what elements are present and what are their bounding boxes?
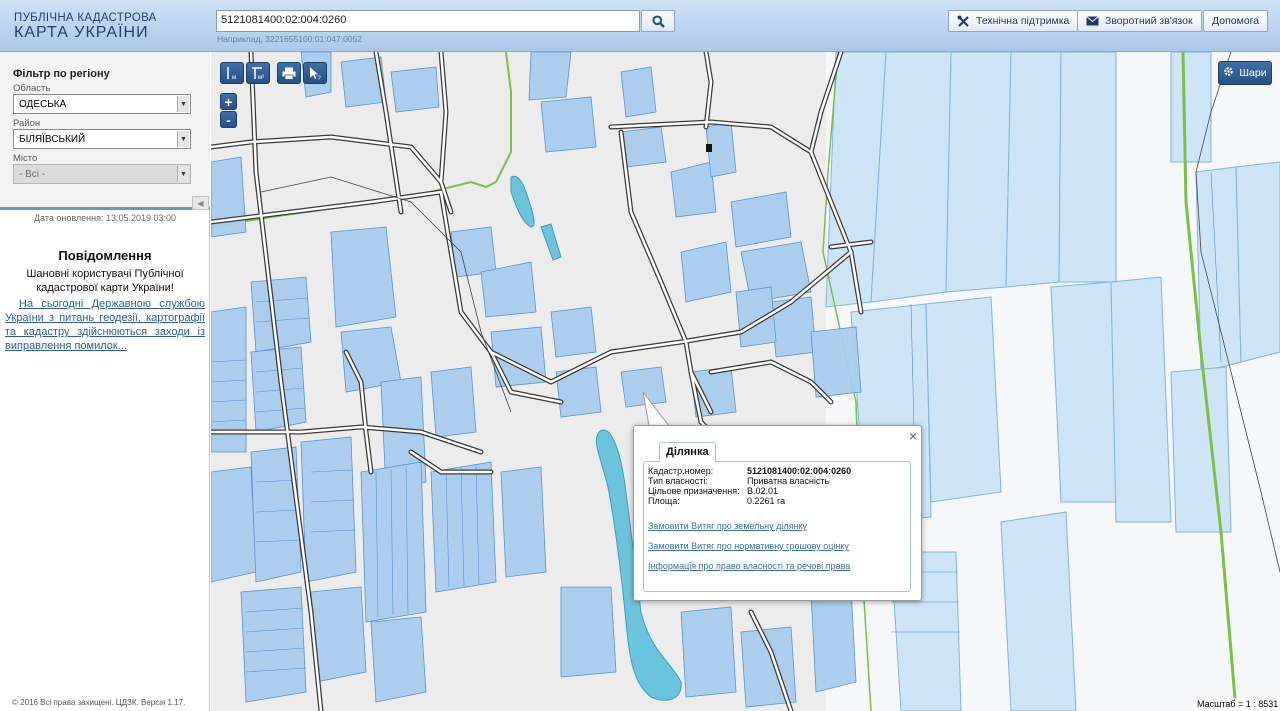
tech-support-label: Технічна підтримка: [976, 15, 1070, 27]
misto-value: - Всі -: [19, 169, 46, 180]
order-extract-link[interactable]: Замовити Витяг про земельну ділянку: [648, 521, 906, 531]
parcel-details: Кадастр.номер: 5121081400:02:004:0260 Ти…: [643, 461, 911, 592]
identify-icon[interactable]: ?: [303, 62, 327, 84]
notice-link[interactable]: На сьогодні Державною службою України з …: [5, 297, 205, 353]
detail-value: В.02.01: [747, 486, 779, 496]
raion-select[interactable]: БІЛЯЇВСЬКИЙ ▼: [13, 129, 191, 149]
cadastral-search-input[interactable]: 5121081400:02:004:0260: [216, 10, 640, 32]
measure-toolbar: м м²: [220, 62, 270, 84]
popup-pointer: [642, 392, 671, 427]
measure-length-icon[interactable]: м: [220, 62, 244, 84]
detail-key: Площа:: [648, 496, 680, 506]
layers-button[interactable]: Шари: [1218, 61, 1272, 85]
print-icon[interactable]: [277, 62, 301, 84]
detail-value: 5121081400:02:004:0260: [747, 466, 852, 476]
filter-title: Фільтр по регіону: [13, 68, 110, 80]
order-valuation-link[interactable]: Замовити Витяг про нормативну грошову оц…: [648, 541, 906, 551]
detail-value: Приватна власність: [747, 476, 830, 486]
detail-row: Цільове призначення: В.02.01: [648, 486, 906, 496]
tools-icon: [957, 15, 970, 28]
chevron-down-icon[interactable]: ▼: [177, 96, 189, 112]
raion-value: БІЛЯЇВСЬКИЙ: [19, 134, 86, 145]
sidebar: Фільтр по регіону Область ОДЕСЬКА ▼ Райо…: [0, 52, 210, 711]
collapse-sidebar-button[interactable]: ◀: [192, 196, 209, 210]
logo-line-1: ПУБЛІЧНА КАДАСТРОВА: [14, 12, 157, 24]
layers-label: Шари: [1239, 67, 1267, 79]
print-identify-toolbar: ?: [277, 62, 327, 84]
zoom-out-button[interactable]: -: [220, 111, 237, 128]
notice-greeting: Шановні користувачі Публічної кадастрово…: [26, 268, 184, 294]
svg-text:?: ?: [318, 76, 322, 81]
chevron-down-icon[interactable]: ▼: [177, 131, 189, 147]
svg-text:м: м: [232, 75, 236, 81]
zoom-in-button[interactable]: +: [220, 93, 237, 110]
tech-support-button[interactable]: Технічна підтримка: [948, 10, 1079, 32]
parcel-info-popup: × Ділянка Кадастр.номер: 5121081400:02:0…: [633, 425, 922, 601]
map-canvas[interactable]: м м² ? + - Шари × Ділянка Кадастр.номер:…: [211, 52, 1280, 711]
ownership-info-link[interactable]: Інформація про право власності та речові…: [648, 561, 906, 571]
raion-label: Район: [13, 118, 41, 129]
oblast-value: ОДЕСЬКА: [19, 99, 67, 110]
detail-key: Цільове призначення:: [648, 486, 740, 496]
detail-row: Площа: 0.2261 га: [648, 496, 906, 506]
update-date: Дата оновлення: 13.05.2019 03:00: [33, 213, 177, 223]
tab-parcel[interactable]: Ділянка: [659, 442, 716, 462]
search-hint: Наприклад, 3221655100:01:047:0052: [217, 34, 363, 44]
feedback-label: Зворотний зв'язок: [1105, 15, 1193, 27]
detail-row: Тип власності: Приватна власність: [648, 476, 906, 486]
help-label: Допомога: [1212, 15, 1260, 27]
oblast-label: Область: [13, 83, 51, 94]
map-base-layer: [211, 52, 1280, 711]
envelope-icon: [1086, 16, 1099, 26]
help-button[interactable]: Допомога: [1203, 10, 1269, 32]
copyright: © 2016 Всі права захищені. ЦДЗК. Версія …: [12, 698, 186, 707]
region-filter-panel: Фільтр по регіону Область ОДЕСЬКА ▼ Райо…: [0, 52, 210, 210]
detail-value: 0.2261 га: [747, 496, 786, 506]
site-logo[interactable]: ПУБЛІЧНА КАДАСТРОВА КАРТА УКРАЇНИ: [14, 11, 157, 41]
svg-text:м²: м²: [258, 75, 264, 81]
gear-icon: [1223, 66, 1234, 80]
detail-key: Кадастр.номер:: [648, 466, 714, 476]
detail-key: Тип власності:: [648, 476, 708, 486]
misto-select[interactable]: - Всі - ▼: [13, 164, 191, 184]
map-scale: Масштаб = 1 : 8531: [1194, 698, 1280, 711]
logo-line-2: КАРТА УКРАЇНИ: [14, 24, 149, 41]
feedback-button[interactable]: Зворотний зв'язок: [1077, 10, 1202, 32]
misto-label: Місто: [13, 153, 38, 164]
measure-area-icon[interactable]: м²: [246, 62, 270, 84]
notice-title: Повідомлення: [58, 248, 152, 263]
chevron-down-icon[interactable]: ▼: [177, 166, 189, 182]
search-button[interactable]: [641, 10, 675, 32]
detail-row: Кадастр.номер: 5121081400:02:004:0260: [648, 466, 906, 476]
search-icon: [652, 15, 665, 28]
header-bar: ПУБЛІЧНА КАДАСТРОВА КАРТА УКРАЇНИ 512108…: [0, 0, 1280, 52]
oblast-select[interactable]: ОДЕСЬКА ▼: [13, 94, 191, 114]
close-icon[interactable]: ×: [909, 429, 917, 443]
